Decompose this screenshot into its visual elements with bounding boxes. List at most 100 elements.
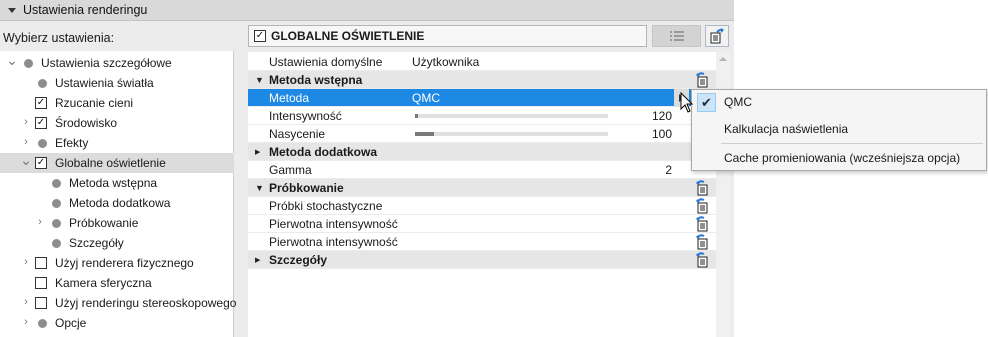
- bullet-icon: [52, 199, 61, 208]
- property-row-pierwotna-intensywnosc[interactable]: Pierwotna intensywność: [248, 233, 716, 251]
- export-row-icon[interactable]: [695, 72, 711, 88]
- tree-item-label: Ustawienia szczegółowe: [41, 56, 172, 70]
- property-row-pierwotna-intensywnosc[interactable]: Pierwotna intensywność: [248, 215, 716, 233]
- tree-item-label: Szczegóły: [69, 236, 124, 250]
- section-probkowanie[interactable]: ▼ Próbkowanie: [248, 179, 716, 197]
- property-row-nasycenie[interactable]: Nasycenie 100: [248, 125, 716, 143]
- tree-item-uzyj-renderingu-stereoskopowego[interactable]: › Użyj renderingu stereoskopowego: [0, 293, 237, 313]
- tree-item-opcje[interactable]: › Opcje: [0, 313, 234, 333]
- menu-item-kalkulacja-naswietlenia[interactable]: Kalkulacja naświetlenia: [692, 118, 986, 140]
- list-view-button[interactable]: [652, 25, 701, 47]
- export-settings-button[interactable]: [705, 25, 729, 47]
- menu-item-qmc[interactable]: ✔ QMC: [692, 91, 986, 113]
- tree-checkbox[interactable]: [35, 257, 47, 269]
- property-number[interactable]: 100: [652, 127, 672, 141]
- expand-chevron-icon[interactable]: ⌄: [20, 152, 32, 168]
- intensity-slider-track[interactable]: [415, 132, 608, 136]
- property-number[interactable]: 2: [665, 163, 672, 177]
- tree-item-uzyj-renderera-fizycznego[interactable]: › Użyj renderera fizycznego: [0, 253, 234, 273]
- property-label: Nasycenie: [269, 126, 326, 141]
- tree-item-label: Użyj renderera fizycznego: [55, 256, 194, 270]
- section-label: Metoda dodatkowa: [269, 144, 378, 159]
- menu-separator: [721, 143, 983, 144]
- section-expanded-icon[interactable]: ▼: [255, 75, 264, 85]
- tree-item-probkowanie[interactable]: › Próbkowanie: [0, 213, 234, 233]
- bullet-icon: [38, 319, 47, 328]
- slider-fill: [415, 132, 434, 136]
- scroll-up-icon[interactable]: [719, 57, 727, 61]
- property-value: Użytkownika: [412, 54, 480, 69]
- bullet-icon: [52, 219, 61, 228]
- tree-item-ustawienia-szczegolowe[interactable]: ⌄ Ustawienia szczegółowe: [0, 52, 234, 73]
- menu-item-cache-promieniowania-wczesniejsza-opcja[interactable]: Cache promieniowania (wcześniejsza opcja…: [692, 147, 986, 169]
- tree-item-label: Efekty: [55, 136, 89, 150]
- section-collapsed-icon[interactable]: ▶: [255, 148, 260, 156]
- bullet-icon: [38, 79, 47, 88]
- section-metoda-dodatkowa[interactable]: ▶ Metoda dodatkowa: [248, 143, 716, 161]
- tree-item-srodowisko[interactable]: › ✓ Środowisko: [0, 113, 234, 133]
- property-label: Intensywność: [269, 108, 342, 123]
- tree-item-label: Użyj renderingu stereoskopowego: [55, 296, 237, 310]
- property-row-probki-stochastyczne[interactable]: Próbki stochastyczne: [248, 197, 716, 215]
- section-collapsed-icon[interactable]: ▶: [255, 256, 260, 264]
- bullet-icon: [52, 239, 61, 248]
- tree-item-globalne-oswietlenie[interactable]: ⌄ ✓ Globalne oświetlenie: [0, 152, 234, 173]
- collapse-chevron-icon[interactable]: ›: [21, 116, 31, 128]
- tree-item-label: Metoda dodatkowa: [69, 196, 171, 210]
- global-illumination-checkbox[interactable]: ✓: [254, 30, 266, 42]
- bullet-icon: [24, 59, 33, 68]
- collapse-chevron-icon[interactable]: ›: [21, 296, 31, 308]
- tree-item-efekty[interactable]: › Efekty: [0, 133, 234, 153]
- export-row-icon[interactable]: [695, 216, 711, 232]
- menu-item-label: QMC: [724, 95, 752, 109]
- settings-tree: ⌄ Ustawienia szczegółowe Ustawienia światł…: [0, 51, 237, 337]
- section-label: Metoda wstępna: [269, 72, 363, 87]
- collapse-chevron-icon[interactable]: ›: [35, 216, 45, 228]
- tree-checkbox[interactable]: ✓: [35, 157, 47, 169]
- property-row-ustawienia-domyslne[interactable]: Ustawienia domyślne Użytkownika: [248, 53, 716, 71]
- checkmark-icon: ✔: [697, 93, 716, 112]
- section-label: Próbkowanie: [269, 180, 344, 195]
- section-expanded-icon[interactable]: ▼: [255, 183, 264, 193]
- section-szczegoly[interactable]: ▶ Szczegóły: [248, 251, 716, 269]
- tree-checkbox[interactable]: [35, 297, 47, 309]
- tree-item-rzucanie-cieni[interactable]: ✓ Rzucanie cieni: [0, 93, 234, 113]
- property-label: Ustawienia domyślne: [269, 54, 383, 69]
- properties-grid: Ustawienia domyślne Użytkownika ▼ Metoda ws…: [248, 52, 716, 337]
- method-select[interactable]: QMC: [412, 91, 440, 105]
- tree-item-metoda-wstepna[interactable]: Metoda wstępna: [0, 173, 234, 193]
- intensity-slider-track[interactable]: [415, 114, 608, 118]
- tree-item-metoda-dodatkowa[interactable]: Metoda dodatkowa: [0, 193, 234, 213]
- tree-checkbox[interactable]: [35, 277, 47, 289]
- tree-item-ustawienia-swiatla[interactable]: Ustawienia światła: [0, 73, 234, 93]
- collapse-chevron-icon[interactable]: ›: [21, 256, 31, 268]
- slider-fill: [415, 114, 418, 118]
- tree-item-szczegoly[interactable]: Szczegóły: [0, 233, 234, 253]
- tree-checkbox[interactable]: ✓: [35, 117, 47, 129]
- tree-item-kamera-sferyczna[interactable]: Kamera sferyczna: [0, 273, 234, 293]
- property-label: Próbki stochastyczne: [269, 198, 383, 213]
- export-row-icon[interactable]: [695, 252, 711, 268]
- window-titlebar[interactable]: Ustawienia renderingu: [0, 0, 734, 21]
- collapse-chevron-icon[interactable]: ›: [21, 136, 31, 148]
- section-metoda-wstepna[interactable]: ▼ Metoda wstępna: [248, 71, 716, 89]
- property-row-intensywnosc[interactable]: Intensywność 120: [248, 107, 716, 125]
- export-row-icon[interactable]: [695, 234, 711, 250]
- window-title: Ustawienia renderingu: [23, 3, 148, 17]
- property-number[interactable]: 120: [652, 109, 672, 123]
- panel-header: ✓ GLOBALNE OŚWIETLENIE: [248, 25, 647, 47]
- expand-chevron-icon[interactable]: ⌄: [6, 52, 18, 68]
- collapse-chevron-icon[interactable]: ›: [21, 316, 31, 328]
- panel-title: GLOBALNE OŚWIETLENIE: [271, 29, 425, 43]
- export-row-icon[interactable]: [695, 198, 711, 214]
- collapse-triangle-icon[interactable]: [8, 7, 16, 13]
- bullet-icon: [38, 139, 47, 148]
- tree-checkbox[interactable]: ✓: [35, 97, 47, 109]
- export-row-icon[interactable]: [695, 180, 711, 196]
- tree-item-label: Opcje: [55, 316, 87, 330]
- list-view-icon: [669, 31, 684, 41]
- tree-item-label: Metoda wstępna: [69, 176, 158, 190]
- property-row-metoda[interactable]: Metoda QMC: [248, 89, 716, 107]
- method-dropdown-menu: ✔ QMC Kalkulacja naświetlenia Cache promien…: [691, 89, 987, 171]
- property-row-gamma[interactable]: Gamma 2: [248, 161, 716, 179]
